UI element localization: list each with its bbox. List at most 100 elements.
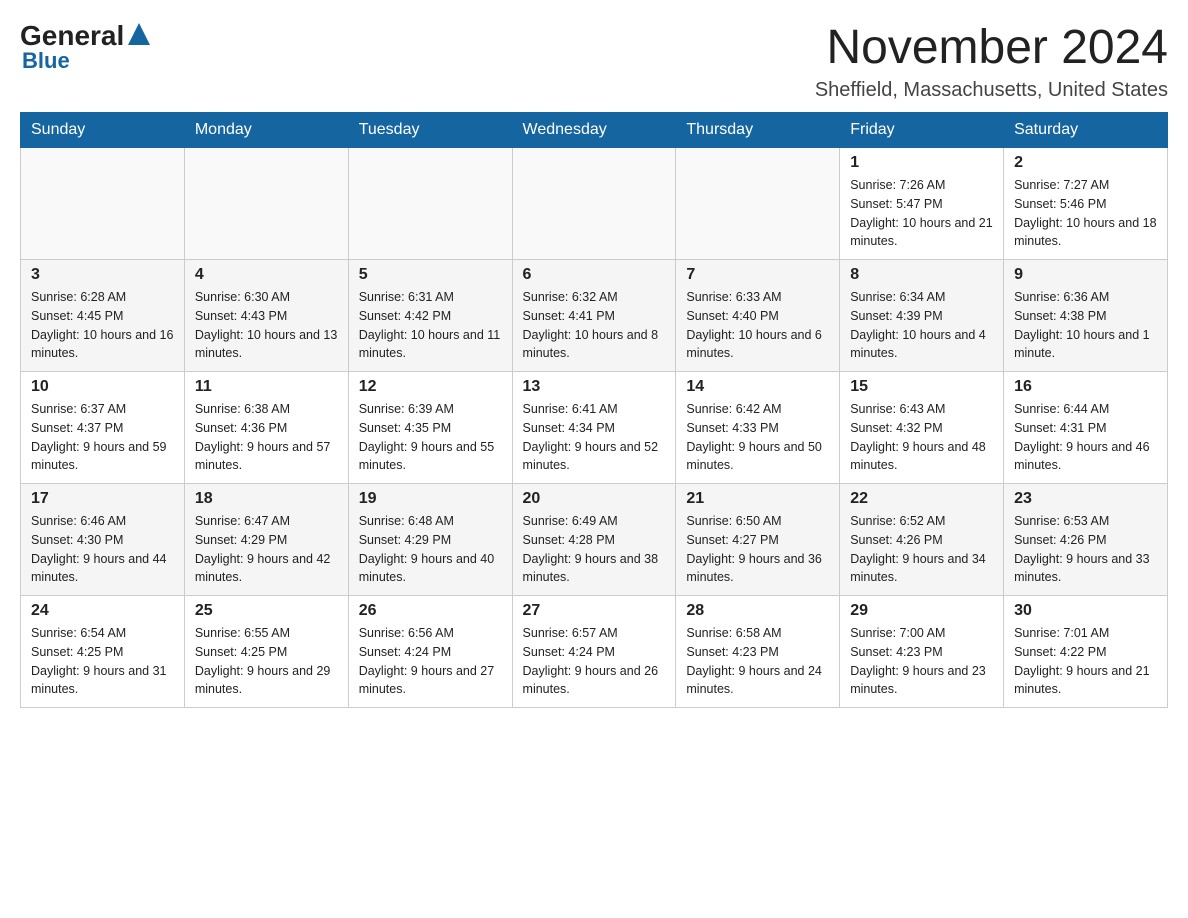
location-title: Sheffield, Massachusetts, United States bbox=[815, 79, 1168, 102]
calendar-cell: 24Sunrise: 6:54 AMSunset: 4:25 PMDayligh… bbox=[21, 596, 185, 708]
calendar-header-monday: Monday bbox=[184, 113, 348, 148]
day-number: 13 bbox=[523, 378, 666, 396]
day-info: Sunrise: 7:01 AMSunset: 4:22 PMDaylight:… bbox=[1014, 624, 1157, 699]
page-header: General Blue November 2024 Sheffield, Ma… bbox=[20, 20, 1168, 102]
day-number: 30 bbox=[1014, 602, 1157, 620]
day-number: 2 bbox=[1014, 154, 1157, 172]
day-number: 12 bbox=[359, 378, 502, 396]
calendar-title-block: November 2024 Sheffield, Massachusetts, … bbox=[815, 20, 1168, 102]
calendar-cell: 4 Sunrise: 6:30 AMSunset: 4:43 PMDaylight… bbox=[184, 260, 348, 372]
day-number: 1 bbox=[850, 154, 993, 172]
calendar-cell: 25 Sunrise: 6:55 AMSunset: 4:25 PMDayligh… bbox=[184, 596, 348, 708]
day-info: Sunrise: 6:42 AMSunset: 4:33 PMDaylight:… bbox=[686, 400, 829, 475]
calendar-cell: 21 Sunrise: 6:50 AMSunset: 4:27 PMDayligh… bbox=[676, 484, 840, 596]
day-info: Sunrise: 6:43 AMSunset: 4:32 PMDaylight:… bbox=[850, 400, 993, 475]
logo-blue-text: Blue bbox=[22, 48, 70, 74]
calendar-cell: 2 Sunrise: 7:27 AMSunset: 5:46 PMDaylight… bbox=[1004, 148, 1168, 260]
day-info: Sunrise: 6:56 AMSunset: 4:24 PMDaylight:… bbox=[359, 624, 502, 699]
calendar-cell: 27 Sunrise: 6:57 AMSunset: 4:24 PMDayligh… bbox=[512, 596, 676, 708]
calendar-week-row: 24Sunrise: 6:54 AMSunset: 4:25 PMDayligh… bbox=[21, 596, 1168, 708]
calendar-header-wednesday: Wednesday bbox=[512, 113, 676, 148]
calendar-week-row: 10Sunrise: 6:37 AMSunset: 4:37 PMDayligh… bbox=[21, 372, 1168, 484]
calendar-cell: 10Sunrise: 6:37 AMSunset: 4:37 PMDayligh… bbox=[21, 372, 185, 484]
day-number: 18 bbox=[195, 490, 338, 508]
calendar-cell bbox=[512, 148, 676, 260]
day-number: 7 bbox=[686, 266, 829, 284]
calendar-cell: 17 Sunrise: 6:46 AMSunset: 4:30 PMDayligh… bbox=[21, 484, 185, 596]
calendar-cell: 15 Sunrise: 6:43 AMSunset: 4:32 PMDayligh… bbox=[840, 372, 1004, 484]
day-number: 15 bbox=[850, 378, 993, 396]
calendar-week-row: 3 Sunrise: 6:28 AMSunset: 4:45 PMDaylight… bbox=[21, 260, 1168, 372]
day-info: Sunrise: 6:36 AMSunset: 4:38 PMDaylight:… bbox=[1014, 288, 1157, 363]
calendar-cell: 28Sunrise: 6:58 AMSunset: 4:23 PMDayligh… bbox=[676, 596, 840, 708]
calendar-table: SundayMondayTuesdayWednesdayThursdayFrid… bbox=[20, 112, 1168, 708]
day-info: Sunrise: 6:39 AMSunset: 4:35 PMDaylight:… bbox=[359, 400, 502, 475]
day-number: 3 bbox=[31, 266, 174, 284]
day-info: Sunrise: 6:41 AMSunset: 4:34 PMDaylight:… bbox=[523, 400, 666, 475]
calendar-cell: 29Sunrise: 7:00 AMSunset: 4:23 PMDayligh… bbox=[840, 596, 1004, 708]
day-number: 14 bbox=[686, 378, 829, 396]
day-info: Sunrise: 6:50 AMSunset: 4:27 PMDaylight:… bbox=[686, 512, 829, 587]
day-number: 9 bbox=[1014, 266, 1157, 284]
day-info: Sunrise: 6:32 AMSunset: 4:41 PMDaylight:… bbox=[523, 288, 666, 363]
calendar-header-friday: Friday bbox=[840, 113, 1004, 148]
calendar-cell: 5 Sunrise: 6:31 AMSunset: 4:42 PMDaylight… bbox=[348, 260, 512, 372]
day-info: Sunrise: 6:53 AMSunset: 4:26 PMDaylight:… bbox=[1014, 512, 1157, 587]
day-info: Sunrise: 6:34 AMSunset: 4:39 PMDaylight:… bbox=[850, 288, 993, 363]
day-info: Sunrise: 6:52 AMSunset: 4:26 PMDaylight:… bbox=[850, 512, 993, 587]
day-number: 21 bbox=[686, 490, 829, 508]
day-info: Sunrise: 6:57 AMSunset: 4:24 PMDaylight:… bbox=[523, 624, 666, 699]
calendar-header-thursday: Thursday bbox=[676, 113, 840, 148]
day-number: 8 bbox=[850, 266, 993, 284]
calendar-cell: 11Sunrise: 6:38 AMSunset: 4:36 PMDayligh… bbox=[184, 372, 348, 484]
day-info: Sunrise: 6:31 AMSunset: 4:42 PMDaylight:… bbox=[359, 288, 502, 363]
day-info: Sunrise: 6:28 AMSunset: 4:45 PMDaylight:… bbox=[31, 288, 174, 363]
calendar-cell: 22 Sunrise: 6:52 AMSunset: 4:26 PMDayligh… bbox=[840, 484, 1004, 596]
day-number: 4 bbox=[195, 266, 338, 284]
calendar-cell: 7 Sunrise: 6:33 AMSunset: 4:40 PMDaylight… bbox=[676, 260, 840, 372]
calendar-header-tuesday: Tuesday bbox=[348, 113, 512, 148]
calendar-cell: 9 Sunrise: 6:36 AMSunset: 4:38 PMDaylight… bbox=[1004, 260, 1168, 372]
day-info: Sunrise: 6:37 AMSunset: 4:37 PMDaylight:… bbox=[31, 400, 174, 475]
day-info: Sunrise: 6:38 AMSunset: 4:36 PMDaylight:… bbox=[195, 400, 338, 475]
calendar-cell: 8 Sunrise: 6:34 AMSunset: 4:39 PMDaylight… bbox=[840, 260, 1004, 372]
logo: General Blue bbox=[20, 20, 150, 74]
calendar-header-saturday: Saturday bbox=[1004, 113, 1168, 148]
day-info: Sunrise: 7:00 AMSunset: 4:23 PMDaylight:… bbox=[850, 624, 993, 699]
day-number: 19 bbox=[359, 490, 502, 508]
calendar-header-sunday: Sunday bbox=[21, 113, 185, 148]
day-info: Sunrise: 6:54 AMSunset: 4:25 PMDaylight:… bbox=[31, 624, 174, 699]
calendar-cell: 13 Sunrise: 6:41 AMSunset: 4:34 PMDayligh… bbox=[512, 372, 676, 484]
calendar-cell bbox=[348, 148, 512, 260]
calendar-cell: 16 Sunrise: 6:44 AMSunset: 4:31 PMDayligh… bbox=[1004, 372, 1168, 484]
day-info: Sunrise: 6:55 AMSunset: 4:25 PMDaylight:… bbox=[195, 624, 338, 699]
day-info: Sunrise: 6:44 AMSunset: 4:31 PMDaylight:… bbox=[1014, 400, 1157, 475]
day-number: 5 bbox=[359, 266, 502, 284]
day-number: 25 bbox=[195, 602, 338, 620]
calendar-cell: 23 Sunrise: 6:53 AMSunset: 4:26 PMDayligh… bbox=[1004, 484, 1168, 596]
day-info: Sunrise: 6:33 AMSunset: 4:40 PMDaylight:… bbox=[686, 288, 829, 363]
day-info: Sunrise: 6:46 AMSunset: 4:30 PMDaylight:… bbox=[31, 512, 174, 587]
logo-triangle-icon bbox=[128, 23, 150, 50]
day-number: 16 bbox=[1014, 378, 1157, 396]
day-info: Sunrise: 6:47 AMSunset: 4:29 PMDaylight:… bbox=[195, 512, 338, 587]
day-number: 27 bbox=[523, 602, 666, 620]
calendar-week-row: 17 Sunrise: 6:46 AMSunset: 4:30 PMDayligh… bbox=[21, 484, 1168, 596]
month-title: November 2024 bbox=[815, 20, 1168, 75]
day-info: Sunrise: 6:30 AMSunset: 4:43 PMDaylight:… bbox=[195, 288, 338, 363]
day-number: 22 bbox=[850, 490, 993, 508]
calendar-cell bbox=[184, 148, 348, 260]
calendar-cell: 6 Sunrise: 6:32 AMSunset: 4:41 PMDaylight… bbox=[512, 260, 676, 372]
day-info: Sunrise: 6:58 AMSunset: 4:23 PMDaylight:… bbox=[686, 624, 829, 699]
calendar-cell: 3 Sunrise: 6:28 AMSunset: 4:45 PMDaylight… bbox=[21, 260, 185, 372]
calendar-header-row: SundayMondayTuesdayWednesdayThursdayFrid… bbox=[21, 113, 1168, 148]
day-info: Sunrise: 7:27 AMSunset: 5:46 PMDaylight:… bbox=[1014, 176, 1157, 251]
day-number: 23 bbox=[1014, 490, 1157, 508]
calendar-cell: 18 Sunrise: 6:47 AMSunset: 4:29 PMDayligh… bbox=[184, 484, 348, 596]
day-number: 17 bbox=[31, 490, 174, 508]
day-number: 6 bbox=[523, 266, 666, 284]
calendar-cell: 14 Sunrise: 6:42 AMSunset: 4:33 PMDayligh… bbox=[676, 372, 840, 484]
day-number: 20 bbox=[523, 490, 666, 508]
calendar-cell: 20Sunrise: 6:49 AMSunset: 4:28 PMDayligh… bbox=[512, 484, 676, 596]
calendar-cell: 26Sunrise: 6:56 AMSunset: 4:24 PMDayligh… bbox=[348, 596, 512, 708]
